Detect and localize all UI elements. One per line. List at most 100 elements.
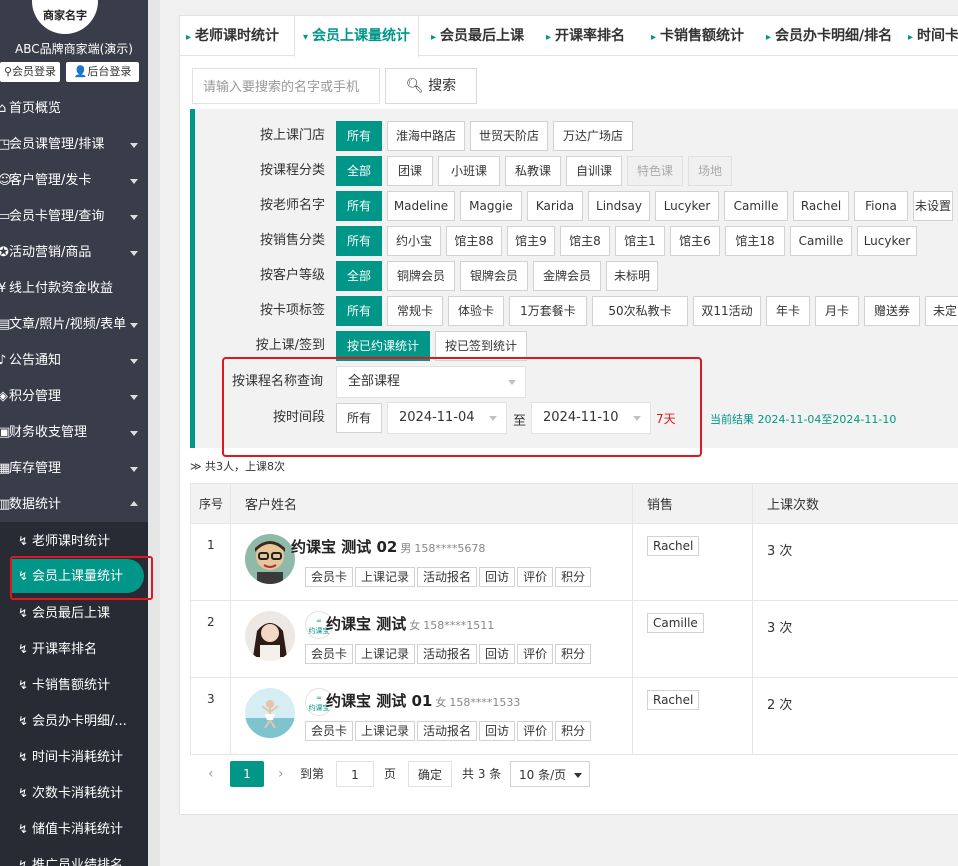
page-number-input[interactable]: 1 — [336, 761, 374, 787]
filter-option-store[interactable]: 所有 — [336, 121, 382, 151]
filter-option-teacher[interactable]: Fiona — [854, 191, 908, 221]
row-action-tag[interactable]: 积分 — [555, 567, 592, 587]
member-login-button[interactable]: ⚲会员登录 — [0, 62, 60, 82]
sidebar-item-8[interactable]: ◈积分管理 — [0, 379, 148, 415]
filter-option-sales[interactable]: 馆主8 — [560, 226, 610, 256]
row-action-tag[interactable]: 回访 — [479, 644, 516, 664]
filter-option-teacher[interactable]: 所有 — [336, 191, 382, 221]
next-page-icon[interactable]: › — [278, 761, 284, 787]
sidebar-item-10[interactable]: ▦库存管理 — [0, 451, 148, 487]
sidebar-item-4[interactable]: ✪活动营销/商品 — [0, 235, 148, 271]
filter-option-card[interactable]: 所有 — [336, 296, 382, 326]
row-action-tag[interactable]: 回访 — [479, 567, 516, 587]
filter-option-sales[interactable]: 所有 — [336, 226, 382, 256]
filter-option-sales[interactable]: 馆主88 — [446, 226, 502, 256]
submenu-item-5[interactable]: ↯ 会员办卡明细/... — [0, 703, 148, 739]
customer-name[interactable]: 约课宝 测试 02 男 158****5678 — [291, 536, 485, 557]
sidebar-item-5[interactable]: ¥ 线上付款资金收益 — [0, 271, 148, 307]
confirm-page-button[interactable]: 确定 — [408, 761, 452, 787]
filter-option-level[interactable]: 金牌会员 — [533, 261, 601, 291]
filter-option-category[interactable]: 小班课 — [438, 156, 500, 186]
row-action-tag[interactable]: 积分 — [555, 721, 592, 741]
row-action-tag[interactable]: 活动报名 — [417, 644, 478, 664]
filter-option-teacher[interactable]: Lindsay — [588, 191, 650, 221]
filter-option-card[interactable]: 未定 — [925, 296, 958, 326]
tab-1[interactable]: ▾ 会员上课量统计 — [294, 16, 420, 57]
filter-option-card[interactable]: 赠送券 — [864, 296, 920, 326]
filter-option-store[interactable]: 世贸天阶店 — [470, 121, 548, 151]
filter-option-card[interactable]: 1万套餐卡 — [509, 296, 587, 326]
row-action-tag[interactable]: 活动报名 — [417, 721, 478, 741]
filter-option-teacher[interactable]: 未设置 — [913, 191, 953, 221]
tab-3[interactable]: ▸ 开课率排名 — [546, 16, 625, 56]
submenu-item-9[interactable]: ↯ 推广员业绩排名 — [0, 847, 148, 866]
search-button[interactable]: 🔍︎ 搜索 — [385, 68, 477, 104]
filter-option-teacher[interactable]: Karida — [527, 191, 583, 221]
prev-page-icon[interactable]: ‹ — [208, 761, 214, 787]
row-action-tag[interactable]: 上课记录 — [355, 721, 416, 741]
filter-option-category[interactable]: 自训课 — [566, 156, 622, 186]
filter-option-sales[interactable]: 馆主1 — [615, 226, 665, 256]
filter-option-sales[interactable]: 馆主9 — [507, 226, 555, 256]
tab-6[interactable]: ▸ 时间卡 — [908, 16, 958, 56]
sidebar-item-6[interactable]: ▤文章/照片/视频/表单 — [0, 307, 148, 343]
tab-5[interactable]: ▸ 会员办卡明细/排名 — [766, 16, 892, 56]
row-action-tag[interactable]: 上课记录 — [355, 644, 416, 664]
page-1-button[interactable]: 1 — [230, 761, 264, 787]
customer-name[interactable]: 约课宝 测试 01 女 158****1533 — [326, 690, 520, 711]
filter-option-teacher[interactable]: Maggie — [460, 191, 522, 221]
row-action-tag[interactable]: 会员卡 — [305, 567, 354, 587]
row-action-tag[interactable]: 会员卡 — [305, 644, 354, 664]
tab-4[interactable]: ▸ 卡销售额统计 — [651, 16, 744, 56]
row-action-tag[interactable]: 评价 — [517, 567, 554, 587]
filter-option-level[interactable]: 未标明 — [606, 261, 658, 291]
sidebar-item-3[interactable]: ▭会员卡管理/查询 — [0, 199, 148, 235]
filter-option-category[interactable]: 团课 — [387, 156, 433, 186]
table-row[interactable]: 3 ∞ 约课宝 约课宝 测试 01 女 158****1533 会员卡 上课记录 活动报名 回访评… — [190, 677, 958, 755]
filter-option-card[interactable]: 月卡 — [815, 296, 859, 326]
table-row[interactable]: 1 约课宝 测试 02 男 158****5678 会员卡 上课记录 活动报名 回访 评价 积分 R… — [190, 523, 958, 601]
submenu-item-2[interactable]: ↯ 会员最后上课 — [0, 595, 148, 631]
submenu-item-3[interactable]: ↯ 开课率排名 — [0, 631, 148, 667]
filter-option-card[interactable]: 双11活动 — [693, 296, 761, 326]
tab-0[interactable]: ▸ 老师课时统计 — [186, 16, 279, 56]
filter-option-card[interactable]: 常规卡 — [387, 296, 443, 326]
row-action-tag[interactable]: 评价 — [517, 644, 554, 664]
filter-option-category[interactable]: 全部 — [336, 156, 382, 186]
filter-option-teacher[interactable]: Lucyker — [655, 191, 719, 221]
filter-option-sales[interactable]: Camille — [790, 226, 852, 256]
filter-option-teacher[interactable]: Rachel — [793, 191, 849, 221]
sidebar-item-1[interactable]: ◳会员课管理/排课 — [0, 127, 148, 163]
filter-option-level[interactable]: 全部 — [336, 261, 382, 291]
filter-option-level[interactable]: 铜牌会员 — [387, 261, 455, 291]
filter-option-teacher[interactable]: Camille — [724, 191, 788, 221]
sidebar-item-2[interactable]: ☺客户管理/发卡 — [0, 163, 148, 199]
filter-option-category[interactable]: 特色课 — [627, 156, 683, 186]
filter-option-category[interactable]: 私教课 — [505, 156, 561, 186]
filter-option-sales[interactable]: 馆主6 — [670, 226, 720, 256]
customer-name[interactable]: 约课宝 测试女 158****1511 — [326, 613, 494, 634]
row-action-tag[interactable]: 回访 — [479, 721, 516, 741]
search-input[interactable] — [192, 68, 380, 104]
row-action-tag[interactable]: 活动报名 — [417, 567, 478, 587]
sidebar-item-9[interactable]: ▣财务收支管理 — [0, 415, 148, 451]
filter-option-store[interactable]: 万达广场店 — [553, 121, 633, 151]
sidebar-item-11[interactable]: ▥数据统计 — [0, 487, 148, 523]
page-size-select[interactable]: 10 条/页 — [510, 761, 590, 787]
table-row[interactable]: 2 ∞ 约课宝 约课宝 测试女 158****1511 会员卡 上课记录 活动报名 回访 评价 积分… — [190, 600, 958, 678]
filter-option-level[interactable]: 银牌会员 — [460, 261, 528, 291]
sidebar-scrollbar[interactable] — [148, 0, 160, 866]
row-action-tag[interactable]: 积分 — [555, 644, 592, 664]
filter-option-store[interactable]: 淮海中路店 — [387, 121, 465, 151]
filter-option-teacher[interactable]: Madeline — [387, 191, 455, 221]
filter-option-sales[interactable]: 约小宝 — [387, 226, 441, 256]
submenu-item-0[interactable]: ↯ 老师课时统计 — [0, 523, 148, 559]
row-action-tag[interactable]: 评价 — [517, 721, 554, 741]
filter-option-category[interactable]: 场地 — [688, 156, 732, 186]
filter-option-card[interactable]: 体验卡 — [448, 296, 504, 326]
row-action-tag[interactable]: 会员卡 — [305, 721, 354, 741]
admin-login-button[interactable]: 👤后台登录 — [66, 62, 139, 82]
submenu-item-6[interactable]: ↯ 时间卡消耗统计 — [0, 739, 148, 775]
filter-option-card[interactable]: 50次私教卡 — [592, 296, 688, 326]
filter-option-sales[interactable]: Lucyker — [857, 226, 917, 256]
